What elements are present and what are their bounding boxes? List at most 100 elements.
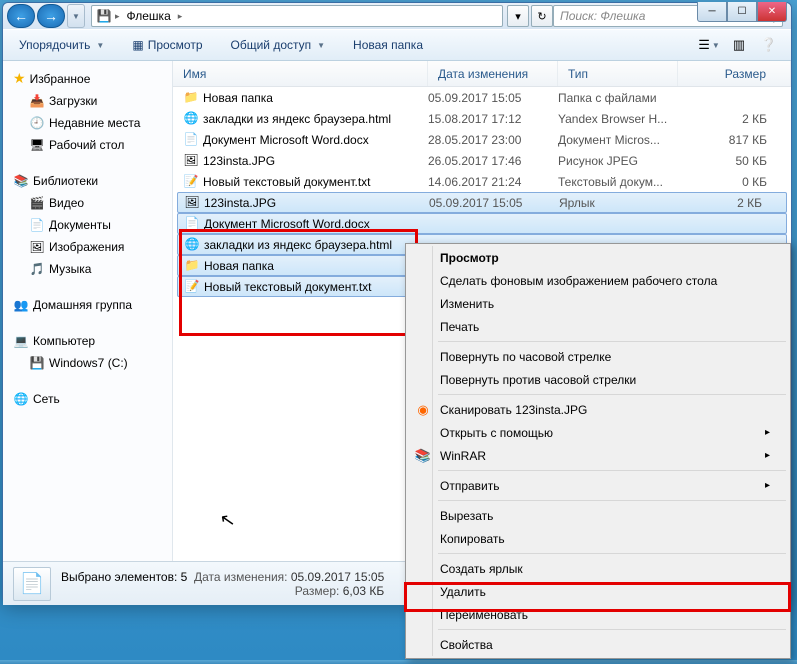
sidebar-item-desktop[interactable]: 🖥Рабочий стол [5, 134, 170, 156]
preview-button[interactable]: ▦Просмотр [126, 34, 208, 56]
homegroup-header[interactable]: 👥Домашняя группа [5, 294, 170, 316]
submenu-arrow-icon: ▸ [765, 427, 770, 438]
nav-forward-button[interactable]: → [37, 4, 65, 28]
ctx-rotate-cw[interactable]: Повернуть по часовой стрелке [408, 345, 788, 368]
file-size: 0 КБ [678, 175, 791, 189]
file-row[interactable]: 📝Новый текстовый документ.txt14.06.2017 … [173, 171, 791, 192]
organize-menu[interactable]: Упорядочить▼ [13, 34, 110, 56]
sidebar-item-video[interactable]: 🎬Видео [5, 192, 170, 214]
breadcrumb-segment[interactable]: Флешка [123, 7, 175, 25]
ctx-open-with[interactable]: Открыть с помощью▸ [408, 421, 788, 444]
file-size: 2 КБ [679, 196, 786, 210]
file-size: 50 КБ [678, 154, 791, 168]
file-row[interactable]: 🖼123insta.JPG05.09.2017 15:05Ярлык2 КБ [177, 192, 787, 213]
file-row[interactable]: 🖼123insta.JPG26.05.2017 17:46Рисунок JPE… [173, 150, 791, 171]
address-dropdown[interactable]: ▾ [507, 5, 529, 27]
ctx-delete[interactable]: Удалить [408, 580, 788, 603]
file-icon: 📝 [183, 174, 199, 190]
file-type: Текстовый докум... [558, 175, 678, 189]
ctx-send-to[interactable]: Отправить▸ [408, 474, 788, 497]
file-row[interactable]: 🌐закладки из яндекс браузера.html15.08.2… [173, 108, 791, 129]
column-type[interactable]: Тип [558, 61, 678, 86]
ctx-cut[interactable]: Вырезать [408, 504, 788, 527]
preview-icon: ▦ [132, 38, 143, 52]
submenu-arrow-icon: ▸ [765, 480, 770, 491]
close-button[interactable]: ✕ [757, 2, 787, 22]
sidebar-item-pictures[interactable]: 🖼Изображения [5, 236, 170, 258]
chevron-down-icon: ▼ [96, 41, 104, 50]
desktop-icon: 🖥 [29, 137, 45, 153]
avast-icon: ◉ [414, 402, 432, 418]
search-placeholder: Поиск: Флешка [560, 9, 645, 23]
toolbar: Упорядочить▼ ▦Просмотр Общий доступ▼ Нов… [3, 29, 791, 61]
file-row[interactable]: 📄Документ Microsoft Word.docx28.05.2017 … [173, 129, 791, 150]
network-header[interactable]: 🌐Сеть [5, 388, 170, 410]
refresh-button[interactable]: ↻ [531, 5, 553, 27]
libraries-header[interactable]: 📚Библиотеки [5, 170, 170, 192]
chevron-right-icon[interactable]: ▸ [112, 11, 123, 22]
context-menu: Просмотр Сделать фоновым изображением ра… [405, 243, 791, 659]
ctx-scan[interactable]: ◉Сканировать 123insta.JPG [408, 398, 788, 421]
ctx-print[interactable]: Печать [408, 315, 788, 338]
file-icon: 📄 [184, 216, 200, 232]
file-row[interactable]: 📄 Документ Microsoft Word.docx [177, 213, 787, 234]
file-type: Рисунок JPEG [558, 154, 678, 168]
share-menu[interactable]: Общий доступ▼ [225, 34, 332, 56]
sidebar-item-documents[interactable]: 📄Документы [5, 214, 170, 236]
network-icon: 🌐 [13, 391, 29, 407]
homegroup-icon: 👥 [13, 297, 29, 313]
help-button[interactable]: ❔ [757, 34, 781, 56]
selection-icon: 📄 [13, 567, 51, 601]
file-date: 15.08.2017 17:12 [428, 112, 558, 126]
navigation-pane: ★Избранное 📥Загрузки 🕘Недавние места 🖥Ра… [3, 61, 173, 561]
column-date[interactable]: Дата изменения [428, 61, 558, 86]
file-type: Yandex Browser H... [558, 112, 678, 126]
file-date: 05.09.2017 15:05 [428, 91, 558, 105]
file-name: Новый текстовый документ.txt [204, 280, 372, 294]
minimize-button[interactable]: ─ [697, 2, 727, 22]
file-date: 05.09.2017 15:05 [429, 196, 559, 210]
ctx-set-wallpaper[interactable]: Сделать фоновым изображением рабочего ст… [408, 269, 788, 292]
nav-history-dropdown[interactable]: ▼ [67, 4, 85, 28]
file-name: Новая папка [204, 259, 274, 273]
file-name: Новая папка [203, 91, 273, 105]
column-size[interactable]: Размер [678, 61, 791, 86]
file-name: Документ Microsoft Word.docx [203, 133, 369, 147]
video-icon: 🎬 [29, 195, 45, 211]
file-name: Документ Microsoft Word.docx [204, 217, 370, 231]
music-icon: 🎵 [29, 261, 45, 277]
address-bar[interactable]: 💾 ▸ Флешка ▸ [91, 5, 503, 27]
ctx-create-shortcut[interactable]: Создать ярлык [408, 557, 788, 580]
favorites-header[interactable]: ★Избранное [5, 67, 170, 90]
sidebar-item-downloads[interactable]: 📥Загрузки [5, 90, 170, 112]
column-name[interactable]: Имя [173, 61, 428, 86]
taskbar [0, 660, 797, 664]
ctx-view[interactable]: Просмотр [408, 246, 788, 269]
libraries-icon: 📚 [13, 173, 29, 189]
view-mode-button[interactable]: ☰▼ [697, 34, 721, 56]
file-size: 817 КБ [678, 133, 791, 147]
sidebar-item-recent[interactable]: 🕘Недавние места [5, 112, 170, 134]
ctx-copy[interactable]: Копировать [408, 527, 788, 550]
chevron-right-icon[interactable]: ▸ [175, 11, 186, 22]
chevron-down-icon: ▼ [317, 41, 325, 50]
file-icon: 📄 [183, 132, 199, 148]
ctx-rename[interactable]: Переименовать [408, 603, 788, 626]
new-folder-button[interactable]: Новая папка [347, 34, 429, 56]
computer-header[interactable]: 💻Компьютер [5, 330, 170, 352]
titlebar: ← → ▼ 💾 ▸ Флешка ▸ ▾ ↻ Поиск: Флешка 🔍 [3, 3, 791, 29]
sidebar-item-music[interactable]: 🎵Музыка [5, 258, 170, 280]
documents-icon: 📄 [29, 217, 45, 233]
ctx-winrar[interactable]: 📚WinRAR▸ [408, 444, 788, 467]
nav-back-button[interactable]: ← [7, 4, 35, 28]
ctx-rotate-ccw[interactable]: Повернуть против часовой стрелки [408, 368, 788, 391]
ctx-edit[interactable]: Изменить [408, 292, 788, 315]
maximize-button[interactable]: ☐ [727, 2, 757, 22]
ctx-properties[interactable]: Свойства [408, 633, 788, 656]
file-size: 2 КБ [678, 112, 791, 126]
file-date: 26.05.2017 17:46 [428, 154, 558, 168]
recent-icon: 🕘 [29, 115, 45, 131]
preview-pane-button[interactable]: ▥ [727, 34, 751, 56]
file-row[interactable]: 📁Новая папка05.09.2017 15:05Папка с файл… [173, 87, 791, 108]
sidebar-item-drive-c[interactable]: 💾Windows7 (C:) [5, 352, 170, 374]
